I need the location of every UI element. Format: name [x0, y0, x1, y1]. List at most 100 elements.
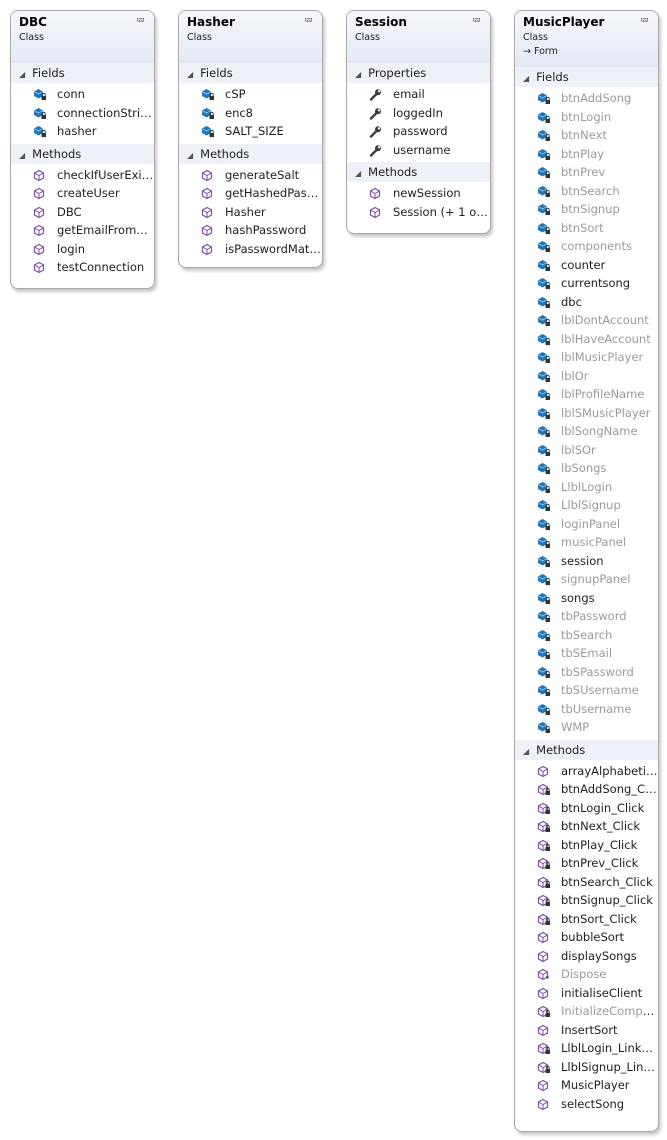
- member-item[interactable]: login: [11, 240, 154, 259]
- member-item[interactable]: session: [515, 552, 658, 571]
- expand-triangle-icon[interactable]: ◢: [355, 164, 361, 184]
- section-header-methods[interactable]: ◢ Methods: [347, 162, 490, 182]
- member-item[interactable]: lblSongName: [515, 422, 658, 441]
- member-item[interactable]: lblHaveAccount: [515, 330, 658, 349]
- member-item[interactable]: email: [347, 85, 490, 104]
- section-header-methods[interactable]: ◢ Methods: [11, 143, 154, 166]
- member-item[interactable]: MusicPlayer: [515, 1076, 658, 1095]
- member-item[interactable]: btnLogin_Click: [515, 799, 658, 818]
- member-item[interactable]: lblMusicPlayer: [515, 348, 658, 367]
- section-header-properties[interactable]: ◢ Properties: [347, 63, 490, 83]
- member-item[interactable]: btnPrev_Click: [515, 854, 658, 873]
- member-item[interactable]: checkIfUserExists: [11, 166, 154, 185]
- member-item[interactable]: tbSearch: [515, 626, 658, 645]
- member-item[interactable]: connectionString: [11, 104, 154, 123]
- member-item[interactable]: generateSalt: [179, 166, 322, 185]
- member-item[interactable]: bubbleSort: [515, 928, 658, 947]
- member-item[interactable]: lbSongs: [515, 459, 658, 478]
- class-box-hasher[interactable]: Hasher Class ⮹ ◢ Fields cSP enc8 SALT_SIZE ◢ Meth…: [178, 10, 323, 268]
- member-item[interactable]: LlblLogin: [515, 478, 658, 497]
- member-item[interactable]: musicPanel: [515, 533, 658, 552]
- member-item[interactable]: btnSignup: [515, 200, 658, 219]
- member-item[interactable]: btnSort: [515, 219, 658, 238]
- class-box-session[interactable]: Session Class ⮹ ◢ Properties email loggedIn pas…: [346, 10, 491, 234]
- member-item[interactable]: cSP: [179, 85, 322, 104]
- class-box-dbc[interactable]: DBC Class ⮹ ◢ Fields conn connectionString hash…: [10, 10, 155, 289]
- member-item[interactable]: btnPlay_Click: [515, 836, 658, 855]
- member-item[interactable]: hasher: [11, 122, 154, 141]
- member-item[interactable]: lblDontAccount: [515, 311, 658, 330]
- member-item[interactable]: btnLogin: [515, 108, 658, 127]
- member-item[interactable]: hashPassword: [179, 221, 322, 240]
- member-item[interactable]: * Dispose: [515, 965, 658, 984]
- class-box-musicplayer[interactable]: MusicPlayer Class → Form ⮹ ◢ Fields btnAddSong…: [514, 10, 659, 1132]
- member-item[interactable]: password: [347, 122, 490, 141]
- member-item[interactable]: btnSignup_Click: [515, 891, 658, 910]
- member-item[interactable]: btnNext: [515, 126, 658, 145]
- member-item[interactable]: loginPanel: [515, 515, 658, 534]
- member-item[interactable]: tbUsername: [515, 700, 658, 719]
- collapse-chevron-icon[interactable]: ⮹: [136, 14, 145, 28]
- member-item[interactable]: DBC: [11, 203, 154, 222]
- member-item[interactable]: createUser: [11, 184, 154, 203]
- member-item[interactable]: getHashedPass…: [179, 184, 322, 203]
- section-header-fields[interactable]: ◢ Fields: [515, 67, 658, 87]
- member-item[interactable]: lblOr: [515, 367, 658, 386]
- member-item[interactable]: tbSUsername: [515, 681, 658, 700]
- member-item[interactable]: dbc: [515, 293, 658, 312]
- section-header-fields[interactable]: ◢ Fields: [11, 63, 154, 83]
- member-item[interactable]: songs: [515, 589, 658, 608]
- member-item[interactable]: Hasher: [179, 203, 322, 222]
- member-item[interactable]: getEmailFromA…: [11, 221, 154, 240]
- member-item[interactable]: currentsong: [515, 274, 658, 293]
- member-item[interactable]: arrayAlphabetic…: [515, 762, 658, 781]
- member-item[interactable]: btnSort_Click: [515, 910, 658, 929]
- member-item[interactable]: btnPlay: [515, 145, 658, 164]
- expand-triangle-icon[interactable]: ◢: [187, 146, 193, 166]
- member-item[interactable]: loggedIn: [347, 104, 490, 123]
- member-item[interactable]: lblSOr: [515, 441, 658, 460]
- member-item[interactable]: InsertSort: [515, 1021, 658, 1040]
- member-item[interactable]: Session (+ 1 ov…: [347, 203, 490, 222]
- expand-triangle-icon[interactable]: ◢: [19, 146, 25, 166]
- member-item[interactable]: tbSEmail: [515, 644, 658, 663]
- section-header-methods[interactable]: ◢ Methods: [515, 739, 658, 762]
- member-item[interactable]: btnPrev: [515, 163, 658, 182]
- member-item[interactable]: btnSearch_Click: [515, 873, 658, 892]
- member-item[interactable]: SALT_SIZE: [179, 122, 322, 141]
- member-item[interactable]: testConnection: [11, 258, 154, 277]
- member-item[interactable]: WMP: [515, 718, 658, 737]
- member-item[interactable]: displaySongs: [515, 947, 658, 966]
- member-item[interactable]: btnAddSong_Cl…: [515, 780, 658, 799]
- member-item[interactable]: tbPassword: [515, 607, 658, 626]
- member-item[interactable]: btnNext_Click: [515, 817, 658, 836]
- member-item[interactable]: components: [515, 237, 658, 256]
- member-item[interactable]: lblProfileName: [515, 385, 658, 404]
- member-item[interactable]: btnAddSong: [515, 89, 658, 108]
- expand-triangle-icon[interactable]: ◢: [355, 65, 361, 85]
- member-item[interactable]: signupPanel: [515, 570, 658, 589]
- member-item[interactable]: LlblLogin_LinkC…: [515, 1039, 658, 1058]
- member-item[interactable]: initialiseClient: [515, 984, 658, 1003]
- member-item[interactable]: isPasswordMatch: [179, 240, 322, 259]
- member-item[interactable]: lblSMusicPlayer: [515, 404, 658, 423]
- expand-triangle-icon[interactable]: ◢: [187, 65, 193, 85]
- expand-triangle-icon[interactable]: ◢: [19, 65, 25, 85]
- member-item[interactable]: newSession: [347, 184, 490, 203]
- section-header-methods[interactable]: ◢ Methods: [179, 143, 322, 166]
- collapse-chevron-icon[interactable]: ⮹: [472, 14, 481, 28]
- expand-triangle-icon[interactable]: ◢: [523, 69, 529, 89]
- member-item[interactable]: enc8: [179, 104, 322, 123]
- member-item[interactable]: username: [347, 141, 490, 160]
- member-item[interactable]: tbSPassword: [515, 663, 658, 682]
- member-item[interactable]: LlblSignup: [515, 496, 658, 515]
- member-item[interactable]: conn: [11, 85, 154, 104]
- member-item[interactable]: counter: [515, 256, 658, 275]
- member-item[interactable]: btnSearch: [515, 182, 658, 201]
- member-item[interactable]: selectSong: [515, 1095, 658, 1114]
- section-header-fields[interactable]: ◢ Fields: [179, 63, 322, 83]
- expand-triangle-icon[interactable]: ◢: [523, 742, 529, 762]
- member-item[interactable]: InitializeCompo…: [515, 1002, 658, 1021]
- member-item[interactable]: LlblSignup_Link…: [515, 1058, 658, 1077]
- collapse-chevron-icon[interactable]: ⮹: [304, 14, 313, 28]
